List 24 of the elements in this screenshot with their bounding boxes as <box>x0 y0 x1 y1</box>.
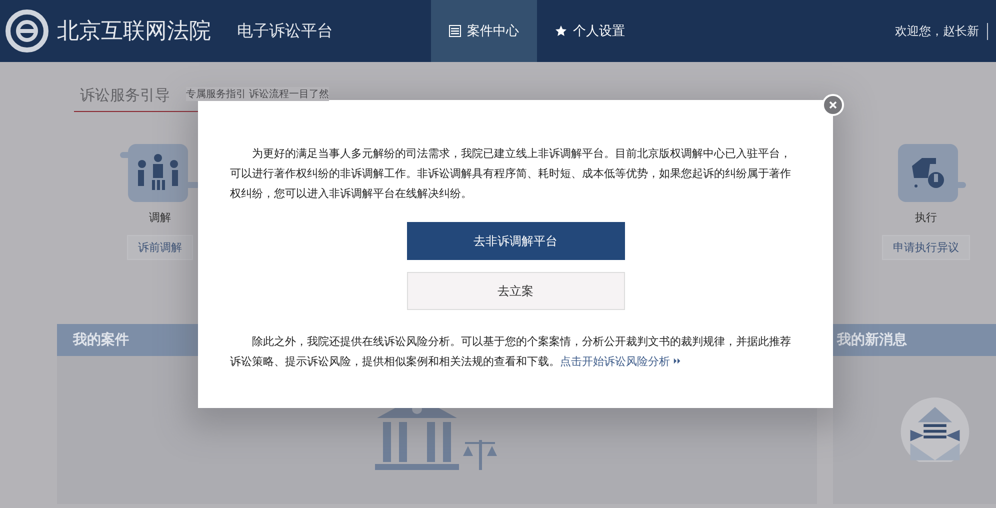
court-title: 北京互联网法院 <box>57 18 211 46</box>
logo-icon <box>5 9 49 53</box>
panel-title: 我的案件 <box>73 331 129 349</box>
close-button[interactable] <box>822 94 844 116</box>
step-button[interactable]: 申请执行异议 <box>882 235 970 260</box>
list-icon <box>449 25 461 37</box>
double-arrow-icon <box>673 357 682 365</box>
star-icon <box>555 25 567 37</box>
nav-tab[interactable]: 案件中心 <box>431 0 537 62</box>
platform-title: 电子诉讼平台 <box>237 20 333 42</box>
nav-tab[interactable]: 个人设置 <box>537 0 643 62</box>
dialog-paragraph: 为更好的满足当事人多元解纷的司法需求，我院已建立线上非诉调解平台。目前北京版权调解中心已入驻平台，可以进行著作权纠纷的非诉调解工作。非诉讼调解具有程序简、耗时短、成本低等优势，如果您起诉的纠纷属于著作权纠纷，您可以进入非诉调解平台在线解决纠纷。 <box>230 146 792 202</box>
risk-analysis-link[interactable]: 点击开始诉讼风险分析 <box>560 355 682 368</box>
dialog-paragraph: 除此之外，我院还提供在线诉讼风险分析。可以基于您的个案案情，分析公开裁判文书的裁判规律，并据此推荐诉讼策略、提示诉讼风险，提供相似案例和相关法规的查看和下载。点击开始诉讼风险分析 <box>230 334 792 370</box>
mediation-button[interactable]: 去非诉调解平台 <box>406 222 624 260</box>
filing-button[interactable]: 去立案 <box>406 272 624 310</box>
step-label: 执行 <box>915 210 937 225</box>
close-icon <box>828 100 838 110</box>
section-title: 诉讼服务引导 <box>80 86 170 105</box>
panel-title: 我的新消息 <box>837 331 907 349</box>
welcome-text: 欢迎您，赵长新 <box>895 22 988 40</box>
step-button[interactable]: 诉前调解 <box>127 235 193 260</box>
section-subtitle: 专属服务指引 诉讼流程一目了然 <box>186 87 330 101</box>
step-label: 调解 <box>149 210 171 225</box>
